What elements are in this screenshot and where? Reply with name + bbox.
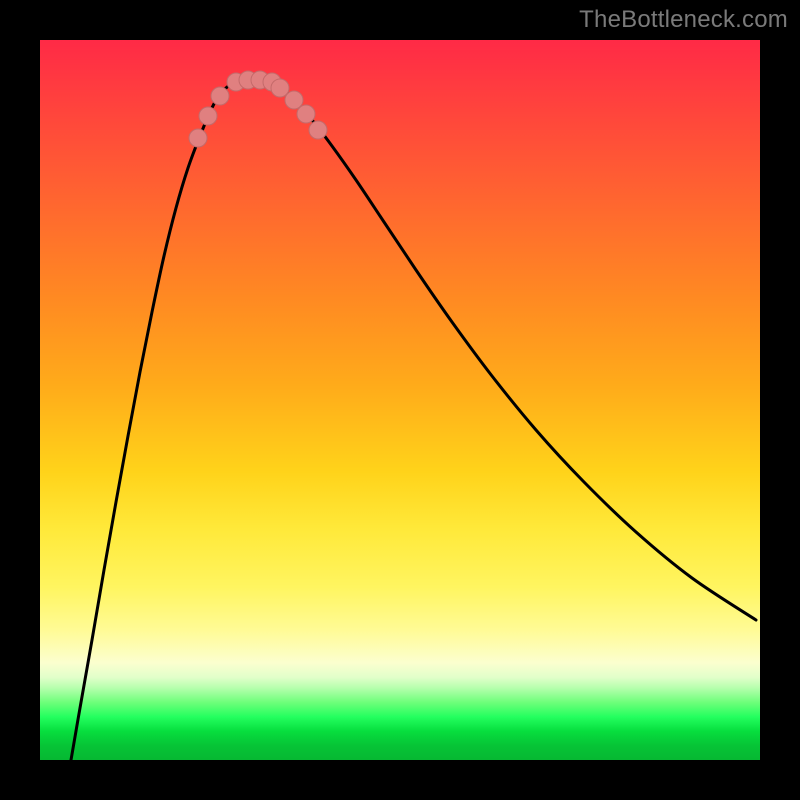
data-point-marker	[189, 129, 207, 147]
bottleneck-line	[71, 80, 756, 760]
curve-path	[71, 80, 756, 760]
data-point-marker	[199, 107, 217, 125]
plot-area	[40, 40, 760, 760]
data-point-marker	[285, 91, 303, 109]
data-point-marker	[271, 79, 289, 97]
data-point-marker	[309, 121, 327, 139]
data-point-marker	[297, 105, 315, 123]
curve-markers	[189, 71, 327, 147]
chart-frame: TheBottleneck.com	[0, 0, 800, 800]
bottleneck-curve	[40, 40, 760, 760]
attribution-text: TheBottleneck.com	[579, 6, 788, 34]
data-point-marker	[211, 87, 229, 105]
